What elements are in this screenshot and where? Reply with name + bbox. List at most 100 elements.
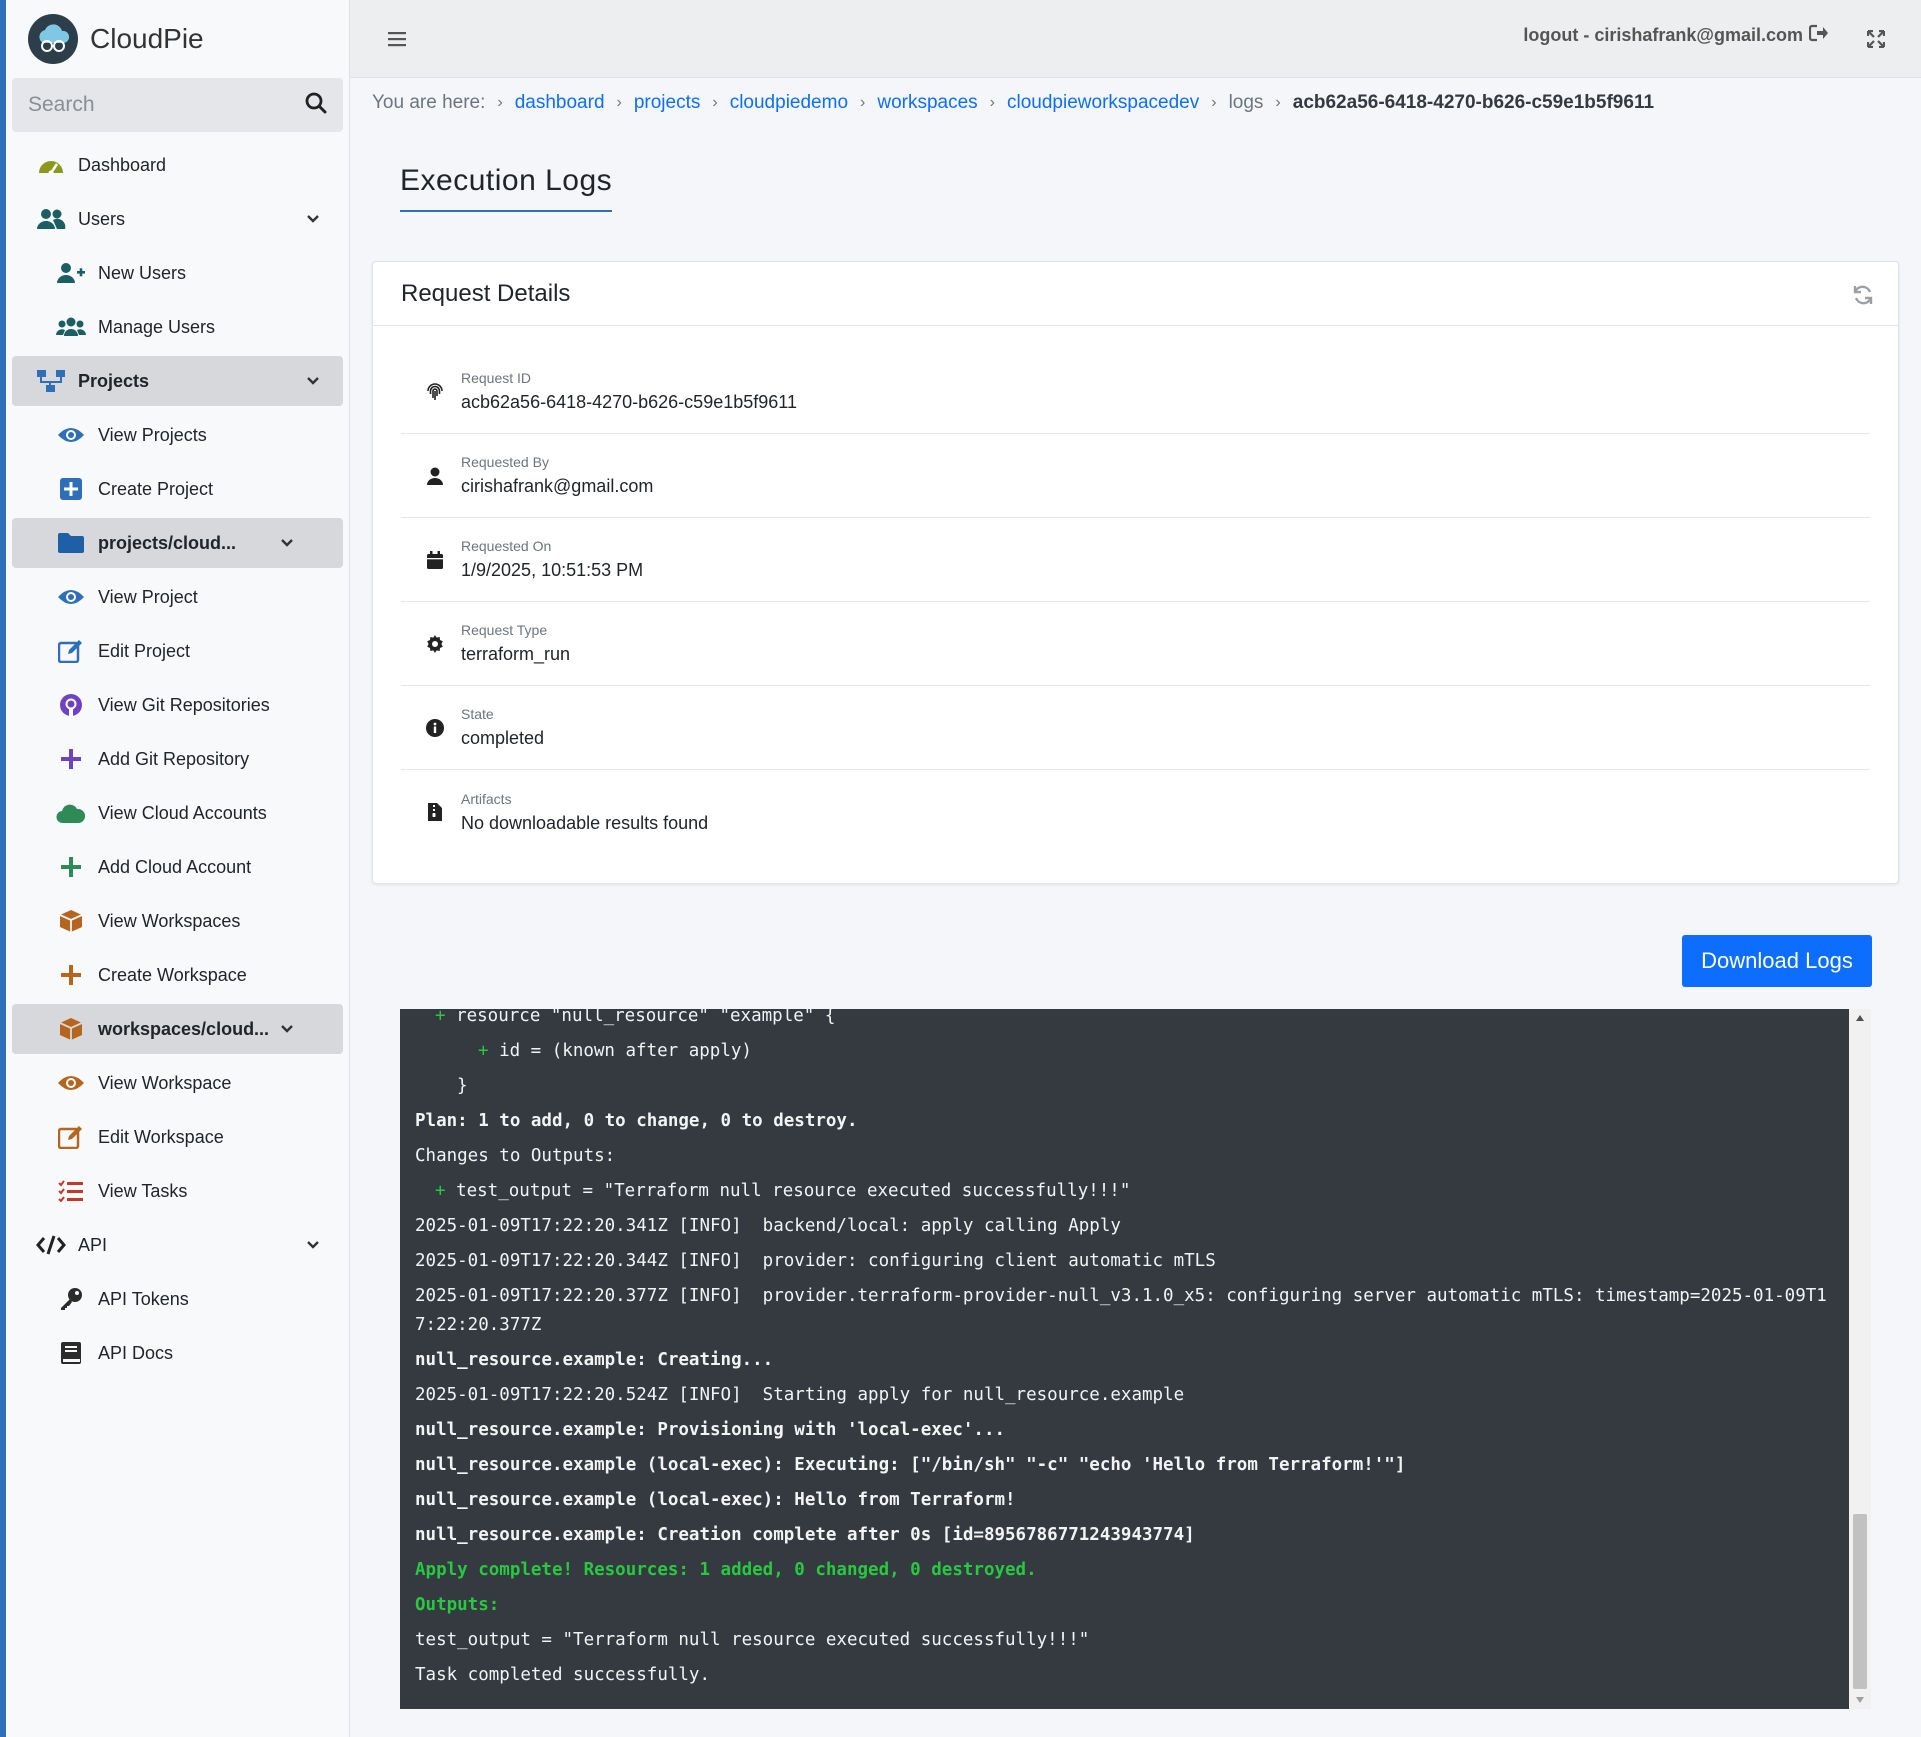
users-icon [36, 204, 66, 234]
chevron-down-icon[interactable] [303, 209, 323, 229]
cube-icon [56, 906, 86, 936]
calendar-icon [425, 550, 445, 570]
refresh-icon[interactable] [1850, 282, 1876, 308]
sidebar-item-label: Dashboard [78, 154, 167, 175]
sidebar-item-label: View Tasks [98, 1180, 188, 1201]
user-icon [425, 466, 445, 486]
detail-request-id: Request ID acb62a56-6418-4270-b626-c59e1… [401, 350, 1870, 434]
detail-value: cirishafrank@gmail.com [461, 476, 654, 496]
breadcrumb-separator: › [712, 94, 718, 111]
detail-artifacts: Artifacts No downloadable results found [401, 770, 1870, 854]
card-header: Request Details [373, 262, 1898, 326]
card-title: Request Details [401, 279, 571, 307]
chevron-down-icon[interactable] [277, 533, 297, 553]
detail-label: State [461, 706, 494, 722]
search-icon[interactable] [305, 92, 327, 119]
sidebar-item-add-cloud-account[interactable]: Add Cloud Account [12, 842, 343, 892]
request-details-card: Request Details Request ID acb62a56-6418… [372, 261, 1899, 884]
sidebar-item-users[interactable]: Users [12, 194, 343, 244]
breadcrumb-separator: › [1275, 94, 1281, 111]
breadcrumb-separator: › [497, 94, 503, 111]
sidebar-item-add-git-repository[interactable]: Add Git Repository [12, 734, 343, 784]
eye-icon [56, 1068, 86, 1098]
scrollbar-thumb[interactable] [1853, 1514, 1867, 1689]
sidebar-item-create-workspace[interactable]: Create Workspace [12, 950, 343, 1000]
sidebar-item-edit-workspace[interactable]: Edit Workspace [12, 1112, 343, 1162]
sidebar-item-view-workspace[interactable]: View Workspace [12, 1058, 343, 1108]
sign-out-icon [1808, 24, 1829, 47]
sidebar-item-view-cloud-accounts[interactable]: View Cloud Accounts [12, 788, 343, 838]
log-line: test_output = "Terraform null resource e… [415, 1630, 1090, 1650]
log-line: null_resource.example: Provisioning with… [415, 1420, 1006, 1440]
detail-label: Requested On [461, 538, 552, 554]
chevron-down-icon[interactable] [303, 1235, 323, 1255]
sidebar-item-label: View Project [98, 586, 198, 607]
sidebar-item-api[interactable]: API [12, 1220, 343, 1270]
sidebar-item-view-projects[interactable]: View Projects [12, 410, 343, 460]
scroll-down-arrow-icon[interactable] [1849, 1691, 1871, 1709]
log-line: 2025-01-09T17:22:20.377Z [INFO] provider… [415, 1286, 1827, 1335]
edit-icon [56, 1122, 86, 1152]
hamburger-menu-icon[interactable] [382, 24, 412, 54]
sidebar-item-new-users[interactable]: New Users [12, 248, 343, 298]
chevron-down-icon[interactable] [303, 371, 323, 391]
sidebar-item-projects[interactable]: Projects [12, 356, 343, 406]
cloud-icon [56, 798, 86, 828]
sitemap-icon [36, 366, 66, 396]
sidebar-item-label: New Users [98, 262, 187, 283]
scroll-up-arrow-icon[interactable] [1849, 1009, 1871, 1027]
sidebar-item-view-git-repositories[interactable]: View Git Repositories [12, 680, 343, 730]
log-line: null_resource.example (local-exec): Exec… [415, 1455, 1406, 1475]
sidebar-item-api-docs[interactable]: API Docs [12, 1328, 343, 1378]
github-icon [56, 690, 86, 720]
detail-label: Requested By [461, 454, 549, 470]
brand[interactable]: CloudPie [6, 0, 349, 78]
sidebar-item-label: Create Project [98, 478, 214, 499]
breadcrumb-projects[interactable]: projects [634, 92, 701, 114]
sidebar-item-create-project[interactable]: Create Project [12, 464, 343, 514]
code-icon [36, 1230, 66, 1260]
sidebar-item-label: View Workspaces [98, 910, 241, 931]
log-line: + test_output = "Terraform null resource… [435, 1181, 1131, 1201]
sidebar-item-current-workspace[interactable]: workspaces/cloud... [12, 1004, 343, 1054]
tasks-list-icon [56, 1176, 86, 1206]
log-line: null_resource.example: Creating... [415, 1350, 774, 1370]
breadcrumb-separator: › [616, 94, 622, 111]
search-input[interactable] [28, 93, 305, 117]
sidebar-item-current-project[interactable]: projects/cloud... [12, 518, 343, 568]
key-icon [56, 1284, 86, 1314]
sidebar-item-view-tasks[interactable]: View Tasks [12, 1166, 343, 1216]
sidebar-nav: Dashboard Users New Users Manage Users P… [6, 140, 349, 1378]
breadcrumb-workspaces[interactable]: workspaces [877, 92, 977, 114]
sidebar-item-dashboard[interactable]: Dashboard [12, 140, 343, 190]
log-plus-marker: + [435, 1009, 457, 1026]
breadcrumb-dashboard[interactable]: dashboard [515, 92, 605, 114]
sidebar-item-api-tokens[interactable]: API Tokens [12, 1274, 343, 1324]
log-console[interactable]: + resource "null_resource" "example" { +… [400, 1009, 1871, 1709]
user-plus-icon [56, 258, 86, 288]
sidebar-item-label: Manage Users [98, 316, 216, 337]
log-line: Plan: 1 to add, 0 to change, 0 to destro… [415, 1111, 858, 1131]
chevron-down-icon[interactable] [277, 1019, 297, 1039]
sidebar-item-label: View Cloud Accounts [98, 802, 267, 823]
eye-icon [56, 420, 86, 450]
info-circle-icon [425, 718, 445, 738]
logout-link[interactable]: logout - cirishafrank@gmail.com [1523, 24, 1829, 47]
sidebar-item-manage-users[interactable]: Manage Users [12, 302, 343, 352]
sidebar-item-label: View Git Repositories [98, 694, 270, 715]
log-scrollbar[interactable] [1849, 1009, 1871, 1709]
breadcrumb-project[interactable]: cloudpiedemo [730, 92, 848, 114]
breadcrumb-workspace[interactable]: cloudpieworkspacedev [1007, 92, 1199, 114]
sidebar-item-label: API [78, 1234, 108, 1255]
download-logs-button[interactable]: Download Logs [1682, 935, 1872, 987]
fullscreen-icon[interactable] [1861, 24, 1891, 54]
sidebar-item-view-workspaces[interactable]: View Workspaces [12, 896, 343, 946]
sidebar-item-label: Users [78, 208, 126, 229]
detail-value: acb62a56-6418-4270-b626-c59e1b5f9611 [461, 392, 797, 412]
sidebar-item-view-project[interactable]: View Project [12, 572, 343, 622]
breadcrumb-prefix: You are here: [372, 92, 486, 113]
sidebar-item-edit-project[interactable]: Edit Project [12, 626, 343, 676]
log-plus-marker: + [435, 1181, 457, 1201]
sidebar-item-label: projects/cloud... [98, 532, 237, 553]
eye-icon [56, 582, 86, 612]
